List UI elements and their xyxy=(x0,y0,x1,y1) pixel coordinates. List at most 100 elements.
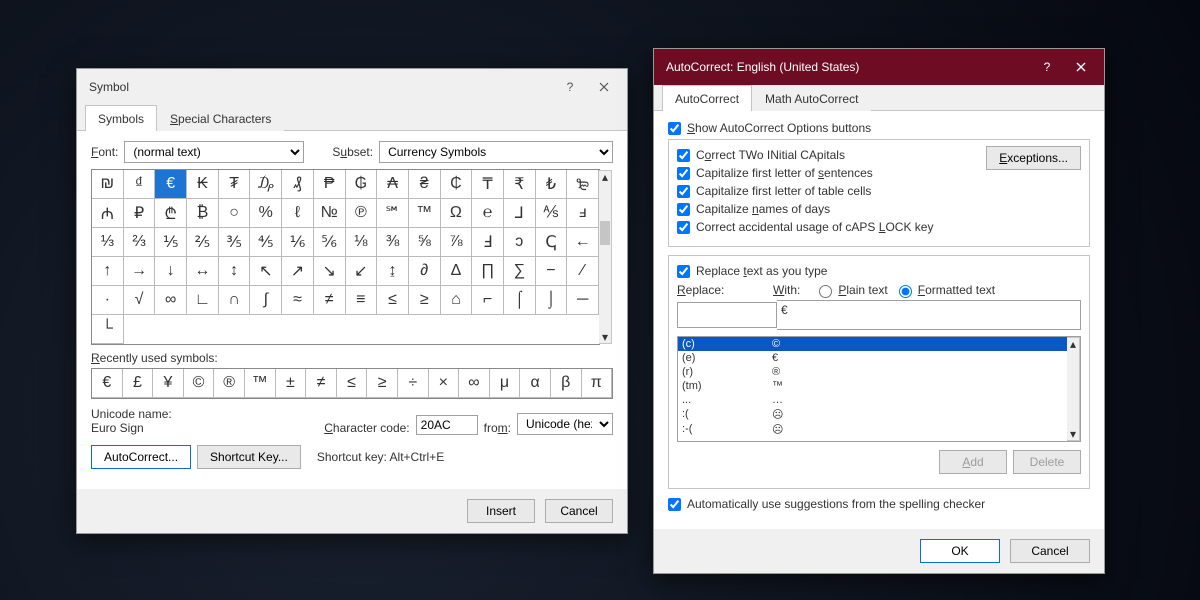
symbol-cell[interactable]: ≡ xyxy=(346,286,378,315)
symbol-grid[interactable]: ₪₫€₭₮₯₰₱₲₳₴₵₸₹₺₻₼₽₾₿○%ℓ№℗℠™Ω℮⅃⅍ⅎ⅓⅔⅕⅖⅗⅘⅙⅚… xyxy=(91,169,600,345)
recent-symbol-cell[interactable]: ∞ xyxy=(459,369,490,398)
symbol-cell[interactable]: ⅜ xyxy=(377,228,409,257)
recent-symbol-cell[interactable]: β xyxy=(551,369,582,398)
symbol-cell[interactable]: ℠ xyxy=(377,199,409,228)
recent-symbol-cell[interactable]: ≠ xyxy=(306,369,337,398)
symbol-cell[interactable]: ⌂ xyxy=(441,286,473,315)
symbol-cell[interactable]: ≥ xyxy=(409,286,441,315)
symbol-cell[interactable]: ⅝ xyxy=(409,228,441,257)
symbol-cell[interactable]: ↨ xyxy=(377,257,409,286)
plain-text-radio[interactable] xyxy=(819,285,832,298)
symbol-cell[interactable]: ↖ xyxy=(250,257,282,286)
symbol-cell[interactable]: ₿ xyxy=(187,199,219,228)
symbol-cell[interactable]: ≈ xyxy=(282,286,314,315)
symbol-cell[interactable]: ₯ xyxy=(250,170,282,199)
symbol-cell[interactable]: ∂ xyxy=(409,257,441,286)
recent-symbol-cell[interactable]: μ xyxy=(490,369,521,398)
tab-autocorrect[interactable]: AutoCorrect xyxy=(662,85,752,111)
autocorrect-button[interactable]: AutoCorrect... xyxy=(91,445,191,469)
symbol-cell[interactable]: ⅍ xyxy=(536,199,568,228)
recent-symbol-cell[interactable]: ® xyxy=(214,369,245,398)
recent-symbol-cell[interactable]: ± xyxy=(276,369,307,398)
recent-symbol-cell[interactable]: © xyxy=(184,369,215,398)
symbol-cell[interactable]: ⅕ xyxy=(155,228,187,257)
symbol-cell[interactable]: Ω xyxy=(441,199,473,228)
scrollbar[interactable]: ▴ ▾ xyxy=(599,170,612,344)
scrollbar[interactable]: ▴ ▾ xyxy=(1067,337,1080,441)
symbol-cell[interactable]: ∟ xyxy=(187,286,219,315)
exceptions-button[interactable]: Exceptions... xyxy=(986,146,1081,170)
symbol-cell[interactable]: ₹ xyxy=(504,170,536,199)
symbol-cell[interactable]: € xyxy=(155,170,187,199)
symbol-cell[interactable]: ↑ xyxy=(92,257,124,286)
close-button[interactable] xyxy=(587,77,621,97)
symbol-cell[interactable]: % xyxy=(250,199,282,228)
recent-symbol-cell[interactable]: ≥ xyxy=(367,369,398,398)
list-row[interactable]: (r)® xyxy=(678,365,1080,379)
symbol-cell[interactable]: ℮ xyxy=(472,199,504,228)
symbol-cell[interactable]: ℗ xyxy=(346,199,378,228)
symbol-cell[interactable]: ⅘ xyxy=(250,228,282,257)
cap-sentence-checkbox[interactable] xyxy=(677,167,690,180)
symbol-cell[interactable]: ∙ xyxy=(92,286,124,315)
symbol-cell[interactable]: ⅗ xyxy=(219,228,251,257)
symbol-cell[interactable]: ─ xyxy=(567,286,599,315)
list-row[interactable]: :-(☹ xyxy=(678,422,1080,437)
symbol-cell[interactable]: ↕ xyxy=(219,257,251,286)
symbol-cell[interactable]: ℓ xyxy=(282,199,314,228)
font-select[interactable]: (normal text) xyxy=(124,141,304,163)
symbol-cell[interactable]: ∑ xyxy=(504,257,536,286)
help-button[interactable]: ? xyxy=(553,77,587,97)
symbol-cell[interactable]: ⌡ xyxy=(536,286,568,315)
symbol-cell[interactable]: Δ xyxy=(441,257,473,286)
symbol-cell[interactable]: ₭ xyxy=(187,170,219,199)
symbol-cell[interactable]: ⅛ xyxy=(346,228,378,257)
recent-symbol-cell[interactable]: ¥ xyxy=(153,369,184,398)
symbol-cell[interactable]: ₴ xyxy=(409,170,441,199)
close-button[interactable] xyxy=(1064,57,1098,77)
symbol-cell[interactable]: ⌠ xyxy=(504,286,536,315)
scrollbar-thumb[interactable] xyxy=(600,221,610,245)
symbol-cell[interactable]: ₸ xyxy=(472,170,504,199)
symbol-cell[interactable]: ⅔ xyxy=(124,228,156,257)
symbol-cell[interactable]: ₮ xyxy=(219,170,251,199)
charcode-input[interactable] xyxy=(416,415,478,435)
symbol-cell[interactable]: ₺ xyxy=(536,170,568,199)
symbol-cell[interactable]: − xyxy=(536,257,568,286)
recent-symbol-cell[interactable]: α xyxy=(520,369,551,398)
symbol-cell[interactable]: ↔ xyxy=(187,257,219,286)
add-button[interactable]: Add xyxy=(939,450,1007,474)
recent-symbol-cell[interactable]: ™ xyxy=(245,369,276,398)
symbol-cell[interactable]: ₳ xyxy=(377,170,409,199)
show-options-checkbox[interactable] xyxy=(668,122,681,135)
tab-special-characters[interactable]: Special Characters xyxy=(157,105,284,131)
recent-symbol-cell[interactable]: ≤ xyxy=(337,369,368,398)
symbol-cell[interactable]: ₰ xyxy=(282,170,314,199)
list-row[interactable]: (e)€ xyxy=(678,351,1080,365)
symbol-cell[interactable]: ⅞ xyxy=(441,228,473,257)
symbol-cell[interactable]: ⅖ xyxy=(187,228,219,257)
symbol-cell[interactable]: ₼ xyxy=(92,199,124,228)
symbol-cell[interactable]: ∞ xyxy=(155,286,187,315)
symbol-cell[interactable]: ← xyxy=(567,228,599,257)
symbol-cell[interactable]: ⅚ xyxy=(314,228,346,257)
delete-button[interactable]: Delete xyxy=(1013,450,1081,474)
subset-select[interactable]: Currency Symbols xyxy=(379,141,613,163)
ok-button[interactable]: OK xyxy=(920,539,1000,563)
symbol-cell[interactable]: ™ xyxy=(409,199,441,228)
symbol-cell[interactable]: ₾ xyxy=(155,199,187,228)
cap-table-checkbox[interactable] xyxy=(677,185,690,198)
autocorrect-list[interactable]: (c)©(e)€(r)®(tm)™...…:(☹:-(☹ ▴ ▾ xyxy=(677,336,1081,442)
symbol-cell[interactable]: └ xyxy=(92,315,124,344)
symbol-cell[interactable]: ↅ xyxy=(536,228,568,257)
symbol-cell[interactable]: ₽ xyxy=(124,199,156,228)
symbol-cell[interactable]: Ⅎ xyxy=(472,228,504,257)
recent-symbol-cell[interactable]: ÷ xyxy=(398,369,429,398)
with-display[interactable]: € xyxy=(777,300,1081,330)
symbol-cell[interactable]: ₱ xyxy=(314,170,346,199)
symbol-cell[interactable]: ∕ xyxy=(567,257,599,286)
symbol-cell[interactable]: № xyxy=(314,199,346,228)
from-select[interactable]: Unicode (hex) xyxy=(517,413,613,435)
tab-math-autocorrect[interactable]: Math AutoCorrect xyxy=(752,85,871,111)
symbol-cell[interactable]: ↄ xyxy=(504,228,536,257)
